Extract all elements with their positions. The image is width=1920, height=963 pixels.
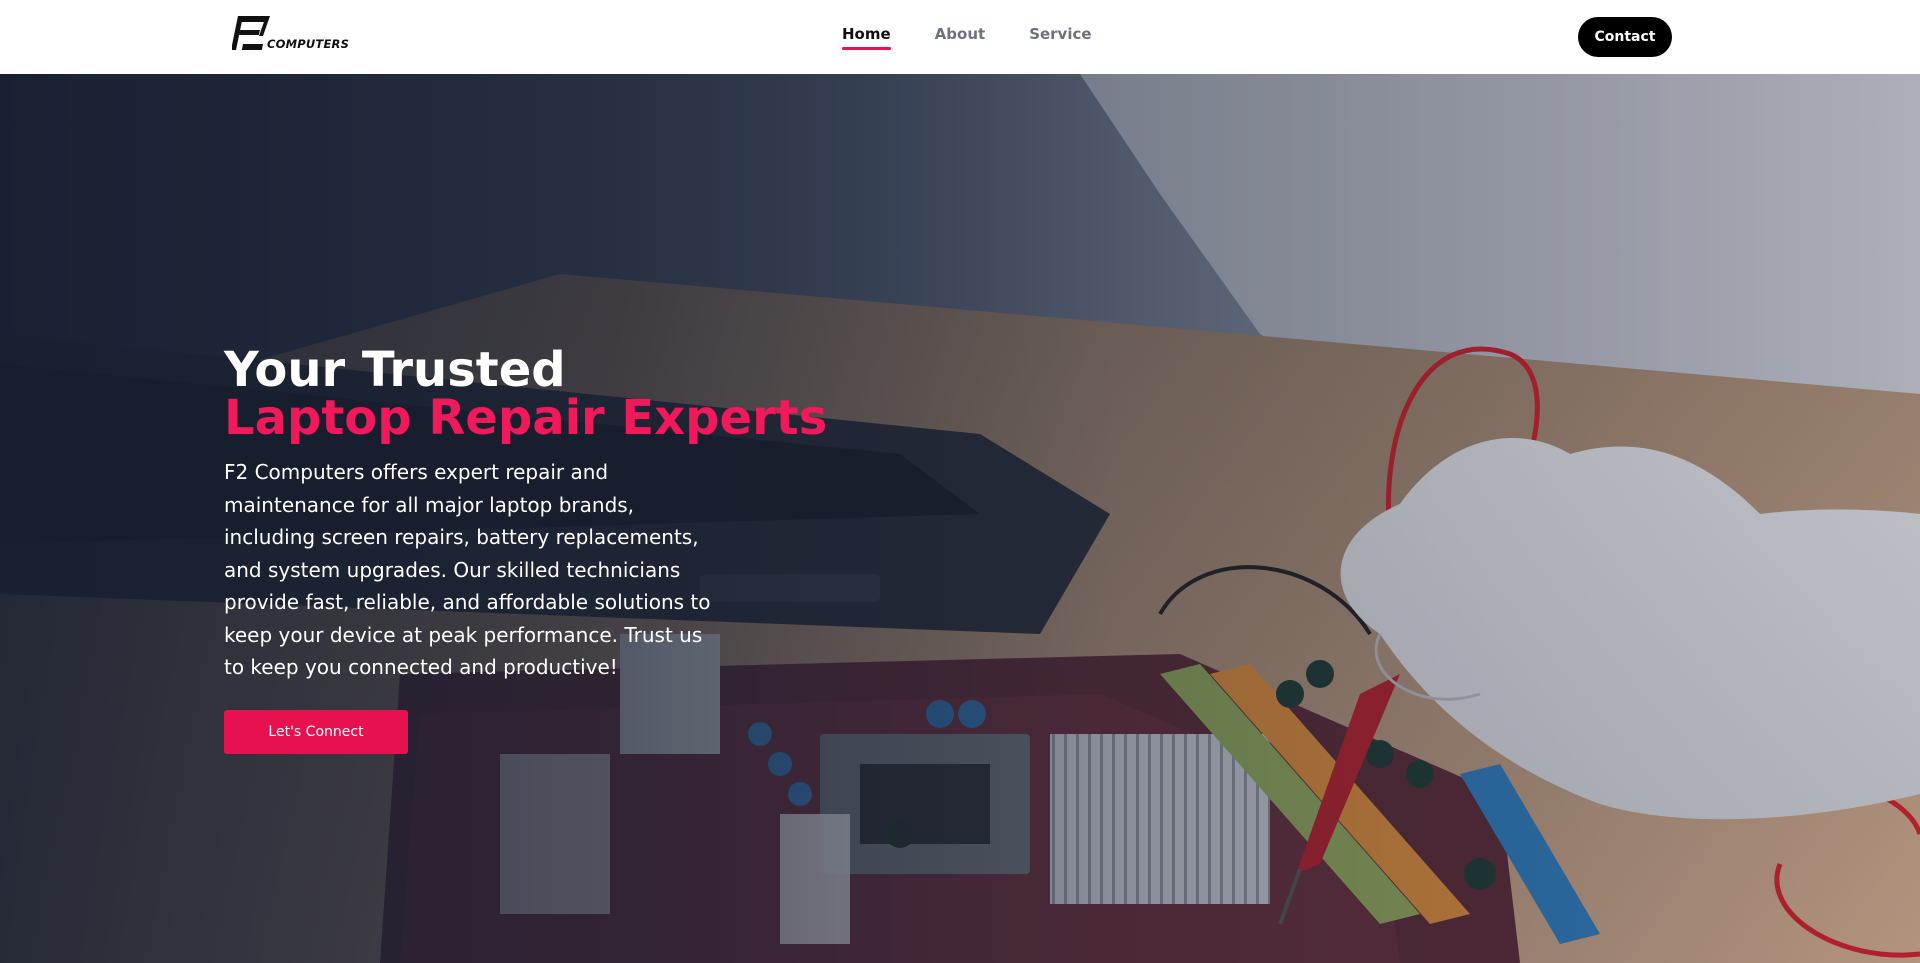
nav-about[interactable]: About — [935, 25, 986, 43]
lets-connect-button[interactable]: Let's Connect — [224, 709, 408, 754]
main-nav: Home About Service — [842, 25, 1092, 50]
hero-title-line1: Your Trusted — [224, 342, 566, 398]
hero-section: Your Trusted Laptop Repair Experts F2 Co… — [0, 74, 1920, 963]
brand-logo[interactable]: COMPUTERS — [232, 14, 350, 54]
hero-title-line2: Laptop Repair Experts — [224, 390, 828, 446]
nav-home[interactable]: Home — [842, 25, 891, 50]
nav-service[interactable]: Service — [1029, 25, 1091, 43]
logo-text: COMPUTERS — [267, 37, 350, 51]
f2-logo-icon — [232, 16, 270, 50]
hero-description: F2 Computers offers expert repair and ma… — [224, 460, 711, 679]
contact-button[interactable]: Contact — [1578, 17, 1672, 57]
hero-content: Your Trusted Laptop Repair Experts F2 Co… — [224, 346, 864, 754]
site-header: COMPUTERS Home About Service Contact — [0, 0, 1920, 74]
